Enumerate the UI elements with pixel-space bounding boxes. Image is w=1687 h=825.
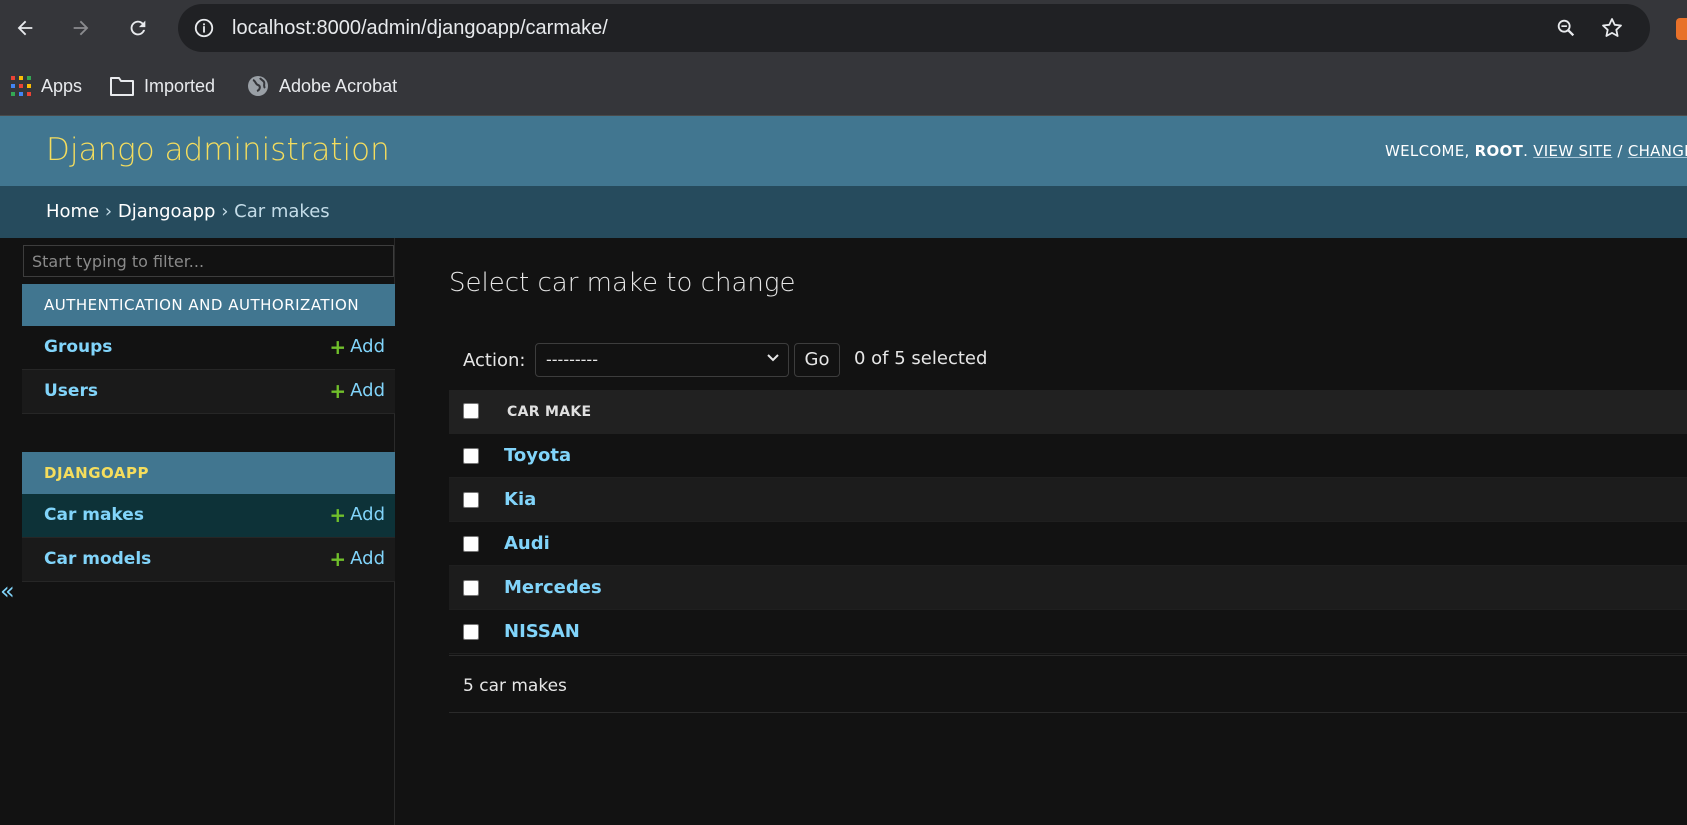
add-label: Add [350, 380, 385, 401]
car-make-link[interactable]: Mercedes [504, 577, 602, 598]
site-title[interactable]: Django administration [46, 132, 390, 168]
welcome-text: WELCOME, [1385, 142, 1475, 160]
action-bar: Action: --------- Go 0 of 5 selected [449, 340, 1687, 388]
bookmark-imported[interactable]: Imported [110, 72, 215, 100]
add-users-link[interactable]: + Add [329, 380, 385, 401]
breadcrumb-separator: › [104, 201, 113, 222]
bookmark-imported-label: Imported [144, 75, 216, 96]
add-label: Add [350, 504, 385, 525]
add-car-makes-link[interactable]: + Add [329, 504, 385, 525]
add-plus-icon: + [329, 378, 347, 403]
table-row: NISSAN [449, 610, 1687, 654]
table-header: CAR MAKE [449, 390, 1687, 434]
sidebar-item-groups[interactable]: Groups + Add [22, 326, 395, 370]
table-row: Audi [449, 522, 1687, 566]
bookmarks-bar: Apps Imported Adobe Acrobat [0, 56, 1687, 116]
row-checkbox[interactable] [463, 448, 479, 464]
car-make-link[interactable]: Toyota [504, 445, 571, 466]
site-header: Django administration WELCOME, ROOT. VIE… [0, 116, 1687, 186]
table-row: Mercedes [449, 566, 1687, 610]
go-button[interactable]: Go [794, 343, 840, 377]
add-plus-icon: + [329, 502, 347, 527]
result-count: 5 car makes [463, 676, 567, 696]
sidebar-item-label[interactable]: Users [44, 381, 98, 401]
apps-grid-icon [11, 76, 31, 96]
add-plus-icon: + [329, 546, 347, 571]
add-plus-icon: + [329, 334, 347, 359]
add-groups-link[interactable]: + Add [329, 336, 385, 357]
site-info-icon[interactable] [192, 16, 216, 40]
page-title: Select car make to change [449, 268, 796, 298]
nav-sidebar: AUTHENTICATION AND AUTHORIZATION Groups … [22, 238, 395, 825]
breadcrumb-app[interactable]: Djangoapp [118, 201, 216, 222]
reload-icon[interactable] [122, 12, 154, 44]
url-path: :8000/admin/djangoapp/carmake/ [310, 17, 608, 39]
zoom-icon[interactable] [1554, 16, 1578, 40]
sidebar-filter-input[interactable] [23, 245, 394, 277]
sidebar-item-label[interactable]: Groups [44, 337, 112, 357]
select-all-checkbox[interactable] [463, 403, 479, 419]
bookmark-star-icon[interactable] [1600, 16, 1624, 40]
bookmark-apps[interactable]: Apps [11, 72, 82, 100]
bookmark-adobe-label: Adobe Acrobat [279, 75, 398, 96]
url-text[interactable]: localhost:8000/admin/djangoapp/carmake/ [232, 17, 608, 40]
change-password-link[interactable]: CHANGE PAS [1628, 142, 1687, 160]
selection-counter: 0 of 5 selected [854, 348, 988, 369]
action-label: Action: [463, 350, 526, 371]
module-caption-auth[interactable]: AUTHENTICATION AND AUTHORIZATION [22, 284, 395, 326]
paginator: 5 car makes [449, 655, 1687, 713]
breadcrumb-separator: › [221, 201, 229, 222]
address-bar[interactable]: localhost:8000/admin/djangoapp/carmake/ [178, 4, 1650, 52]
browser-toolbar: localhost:8000/admin/djangoapp/carmake/ [0, 0, 1687, 56]
action-select-value: --------- [546, 350, 598, 369]
car-make-link[interactable]: NISSAN [504, 621, 580, 642]
row-checkbox[interactable] [463, 492, 479, 508]
sidebar-item-label[interactable]: Car models [44, 549, 151, 569]
back-arrow-icon[interactable] [9, 12, 41, 44]
view-site-link[interactable]: VIEW SITE [1533, 142, 1612, 160]
breadcrumb-current: Car makes [234, 201, 330, 222]
url-host: localhost [232, 17, 311, 39]
chevron-down-icon [766, 350, 780, 369]
results-table: CAR MAKE Toyota Kia Audi Mercedes NISSAN [449, 390, 1687, 654]
extension-icon[interactable] [1676, 18, 1687, 40]
breadcrumb: Home › Djangoapp › Car makes [0, 186, 1687, 238]
add-car-models-link[interactable]: + Add [329, 548, 385, 569]
sidebar-item-users[interactable]: Users + Add [22, 370, 395, 414]
car-make-link[interactable]: Audi [504, 533, 550, 554]
add-label: Add [350, 336, 385, 357]
sidebar-item-car-makes[interactable]: Car makes + Add [22, 494, 395, 538]
folder-icon [110, 77, 134, 96]
user-tools: WELCOME, ROOT. VIEW SITE / CHANGE PAS [1385, 142, 1687, 160]
action-select[interactable]: --------- [535, 343, 789, 377]
toggle-sidebar-button[interactable]: « [0, 577, 15, 605]
table-row: Kia [449, 478, 1687, 522]
row-checkbox[interactable] [463, 536, 479, 552]
module-caption-djangoapp[interactable]: DJANGOAPP [22, 452, 395, 494]
column-header-car-make[interactable]: CAR MAKE [507, 404, 591, 420]
bookmark-adobe-acrobat[interactable]: Adobe Acrobat [247, 72, 397, 100]
sidebar-item-label[interactable]: Car makes [44, 505, 144, 525]
sidebar-item-car-models[interactable]: Car models + Add [22, 538, 395, 582]
row-checkbox[interactable] [463, 624, 479, 640]
breadcrumb-home[interactable]: Home [46, 201, 99, 222]
row-checkbox[interactable] [463, 580, 479, 596]
bookmark-apps-label: Apps [41, 75, 83, 96]
forward-arrow-icon[interactable] [65, 12, 97, 44]
table-row: Toyota [449, 434, 1687, 478]
globe-icon [248, 76, 268, 96]
car-make-link[interactable]: Kia [504, 489, 536, 510]
add-label: Add [350, 548, 385, 569]
username: ROOT [1474, 142, 1524, 160]
